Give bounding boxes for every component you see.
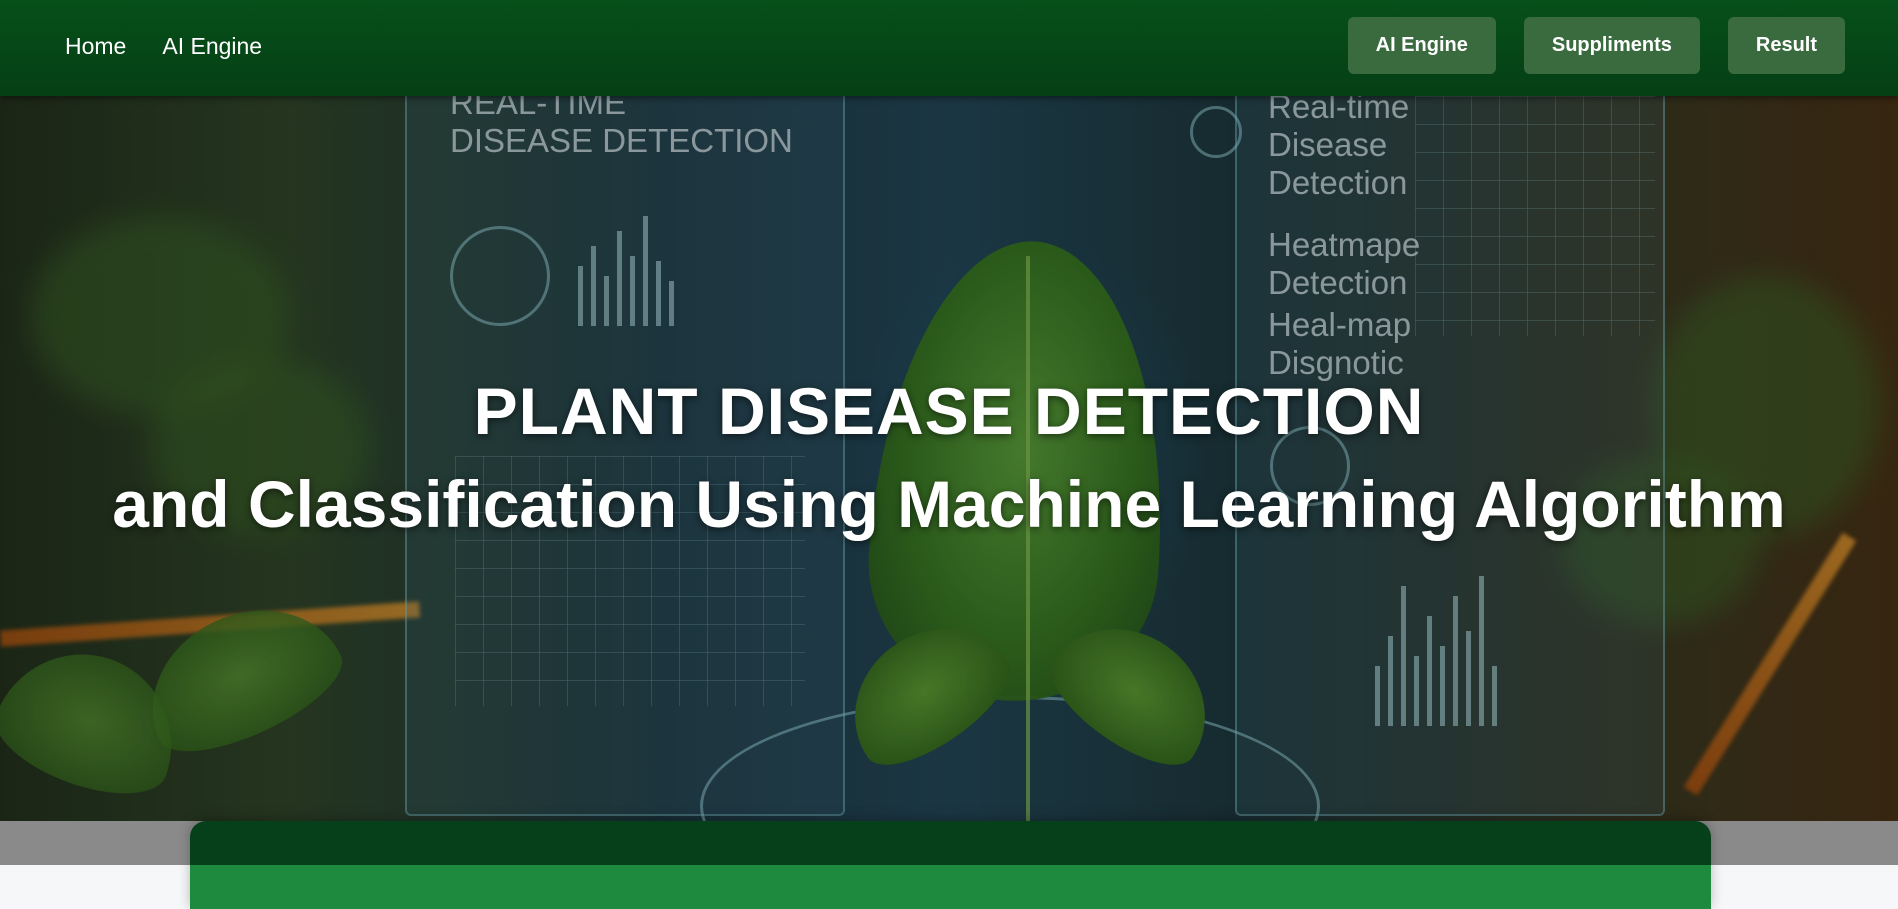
- content-card: [190, 821, 1711, 909]
- hero-title-line-2: and Classification Using Machine Learnin…: [112, 467, 1786, 541]
- hero-title-line-1: PLANT DISEASE DETECTION: [473, 374, 1425, 448]
- result-button[interactable]: Result: [1727, 17, 1845, 74]
- hero-banner: REAL-TIME DISEASE DETECTION Real-time Di…: [0, 96, 1898, 821]
- ai-engine-button[interactable]: AI Engine: [1347, 17, 1496, 74]
- hero-dim-overlay: [0, 96, 1898, 821]
- suppliments-button[interactable]: Suppliments: [1523, 17, 1700, 74]
- nav-link-home[interactable]: Home: [65, 33, 126, 60]
- nav-left-links: Home AI Engine: [65, 33, 262, 60]
- nav-right-buttons: AI Engine Suppliments Result: [1347, 17, 1845, 74]
- content-card-body: [190, 865, 1711, 909]
- top-navbar: Home AI Engine AI Engine Suppliments Res…: [0, 0, 1898, 96]
- nav-link-ai-engine[interactable]: AI Engine: [162, 33, 262, 60]
- content-card-header: [190, 821, 1711, 865]
